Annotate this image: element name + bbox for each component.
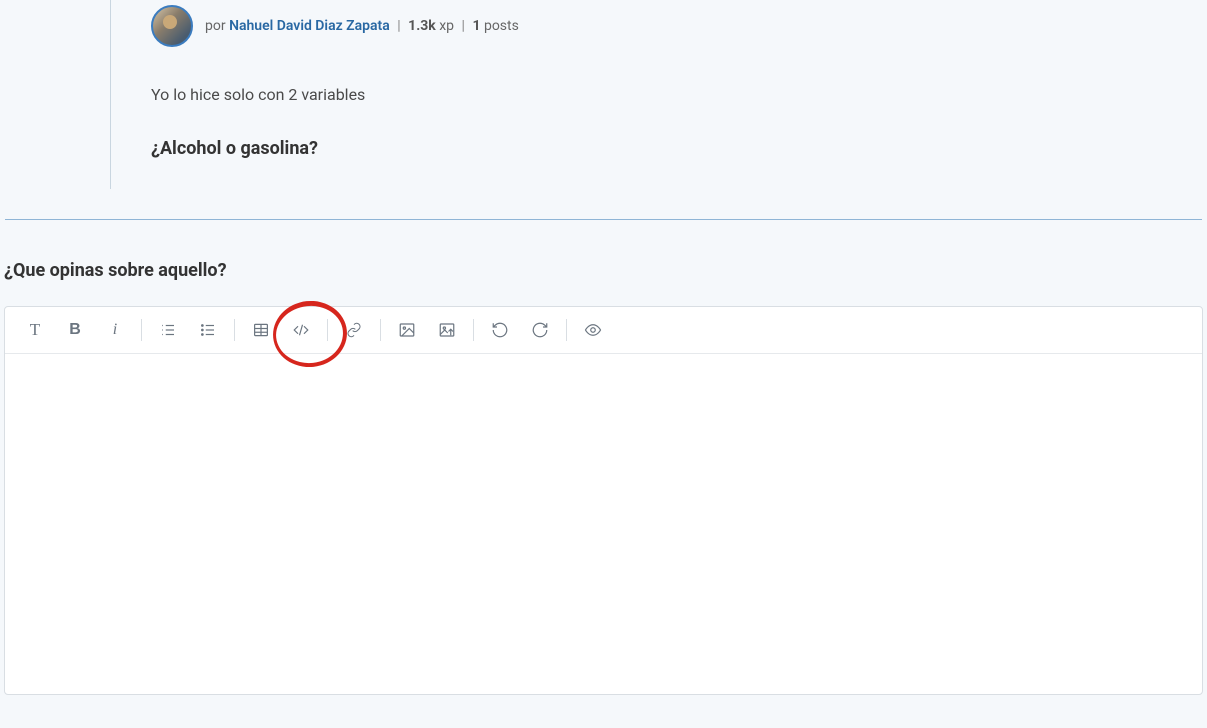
editor: T B i [4, 306, 1203, 695]
editor-textarea[interactable] [5, 354, 1202, 694]
unordered-list-button[interactable] [188, 315, 228, 345]
link-icon [346, 322, 362, 338]
bold-button[interactable]: B [55, 315, 95, 345]
toolbar-separator [141, 319, 142, 341]
editor-toolbar: T B i [5, 307, 1202, 354]
post-thread-line: por Nahuel David Diaz Zapata | 1.3k xp |… [110, 0, 1207, 189]
by-label: por [205, 18, 229, 34]
avatar[interactable] [151, 5, 193, 47]
preview-button[interactable] [573, 315, 613, 345]
table-icon [252, 321, 270, 339]
post-body: Yo lo hice solo con 2 variables [151, 82, 1207, 108]
table-button[interactable] [241, 315, 281, 345]
xp-label: xp [436, 18, 454, 34]
meta-separator: | [462, 18, 465, 34]
bold-icon: B [69, 321, 81, 339]
redo-button[interactable] [520, 315, 560, 345]
section-separator [5, 219, 1202, 220]
code-icon [292, 321, 310, 339]
preview-icon [584, 321, 602, 339]
ordered-list-button[interactable] [148, 315, 188, 345]
post-header: por Nahuel David Diaz Zapata | 1.3k xp |… [151, 0, 1207, 47]
toolbar-separator [234, 319, 235, 341]
heading-button[interactable]: T [15, 315, 55, 345]
italic-button[interactable]: i [95, 315, 135, 345]
image-icon [398, 321, 416, 339]
code-button[interactable] [281, 315, 321, 345]
post-meta: por Nahuel David Diaz Zapata | 1.3k xp |… [205, 18, 519, 34]
image-button[interactable] [387, 315, 427, 345]
toolbar-separator [473, 319, 474, 341]
image-upload-icon [438, 321, 456, 339]
xp-value: 1.3k [408, 18, 436, 34]
reply-heading: ¿Que opinas sobre aquello? [4, 260, 1203, 281]
undo-icon [491, 321, 509, 339]
post-container: por Nahuel David Diaz Zapata | 1.3k xp |… [0, 0, 1207, 219]
toolbar-separator [327, 319, 328, 341]
image-upload-button[interactable] [427, 315, 467, 345]
post-subtitle: ¿Alcohol o gasolina? [151, 138, 1207, 159]
link-button[interactable] [334, 315, 374, 345]
unordered-list-icon [199, 321, 217, 339]
ordered-list-icon [159, 321, 177, 339]
redo-icon [531, 321, 549, 339]
author-link[interactable]: Nahuel David Diaz Zapata [229, 18, 390, 34]
toolbar-separator [566, 319, 567, 341]
reply-section: ¿Que opinas sobre aquello? T B i [0, 260, 1207, 695]
meta-separator: | [397, 18, 400, 34]
undo-button[interactable] [480, 315, 520, 345]
heading-icon: T [30, 320, 40, 340]
toolbar-separator [380, 319, 381, 341]
italic-icon: i [113, 321, 117, 339]
posts-label: posts [480, 18, 518, 34]
